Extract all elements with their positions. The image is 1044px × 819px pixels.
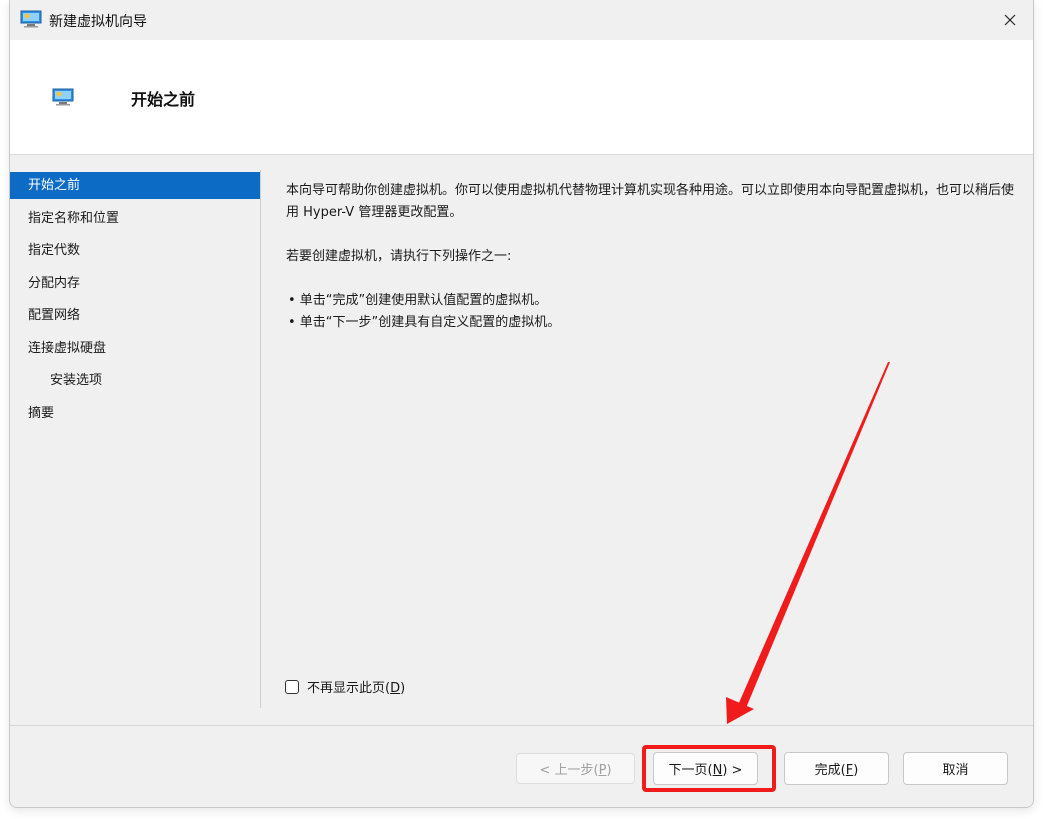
content-area: 本向导可帮助你创建虚拟机。你可以使用虚拟机代替物理计算机实现各种用途。可以立即使… [286, 180, 1016, 334]
nav-item-before-you-begin[interactable]: 开始之前 [10, 172, 260, 199]
instruction-text: 若要创建虚拟机，请执行下列操作之一: [286, 249, 512, 264]
button-bar: < 上一步(P) 下一页(N) > 完成(F) 取消 [10, 725, 1033, 807]
nav-divider [260, 170, 261, 708]
finish-button[interactable]: 完成(F) [784, 752, 889, 785]
next-button[interactable]: 下一页(N) > [653, 752, 758, 785]
nav-item-network[interactable]: 配置网络 [10, 302, 260, 329]
dont-show-again-checkbox[interactable] [285, 679, 299, 694]
cancel-button[interactable]: 取消 [903, 752, 1008, 785]
wizard-steps-nav: 开始之前 指定名称和位置 指定代数 分配内存 配置网络 连接虚拟硬盘 安装选项 … [10, 172, 260, 432]
page-title: 开始之前 [131, 90, 196, 109]
nav-item-install-options[interactable]: 安装选项 [10, 367, 260, 394]
hyper-v-icon [20, 10, 42, 28]
window-title: 新建虚拟机向导 [49, 14, 147, 30]
nav-item-virtual-disk[interactable]: 连接虚拟硬盘 [10, 335, 260, 362]
close-button[interactable] [987, 0, 1033, 40]
nav-item-summary[interactable]: 摘要 [10, 400, 260, 427]
dont-show-again-label: 不再显示此页(D) [307, 681, 406, 696]
bullet-finish: • 单击“完成”创建使用默认值配置的虚拟机。 [288, 293, 548, 308]
hyper-v-icon [52, 88, 74, 106]
nav-item-generation[interactable]: 指定代数 [10, 237, 260, 264]
previous-button[interactable]: < 上一步(P) [516, 753, 635, 784]
wizard-window: 新建虚拟机向导 开始之前 开始之前 指定名称和位置 指定代数 分配内存 配置网络… [9, 0, 1034, 808]
bullet-next: • 单击“下一步”创建具有自定义配置的虚拟机。 [288, 315, 561, 330]
nav-item-name-location[interactable]: 指定名称和位置 [10, 205, 260, 232]
close-icon [1004, 14, 1016, 26]
title-bar[interactable]: 新建虚拟机向导 [10, 0, 1033, 40]
intro-text: 本向导可帮助你创建虚拟机。你可以使用虚拟机代替物理计算机实现各种用途。可以立即使… [286, 183, 1015, 220]
header-panel: 开始之前 [10, 40, 1033, 155]
nav-item-memory[interactable]: 分配内存 [10, 270, 260, 297]
dont-show-again-option[interactable]: 不再显示此页(D) [285, 677, 405, 696]
